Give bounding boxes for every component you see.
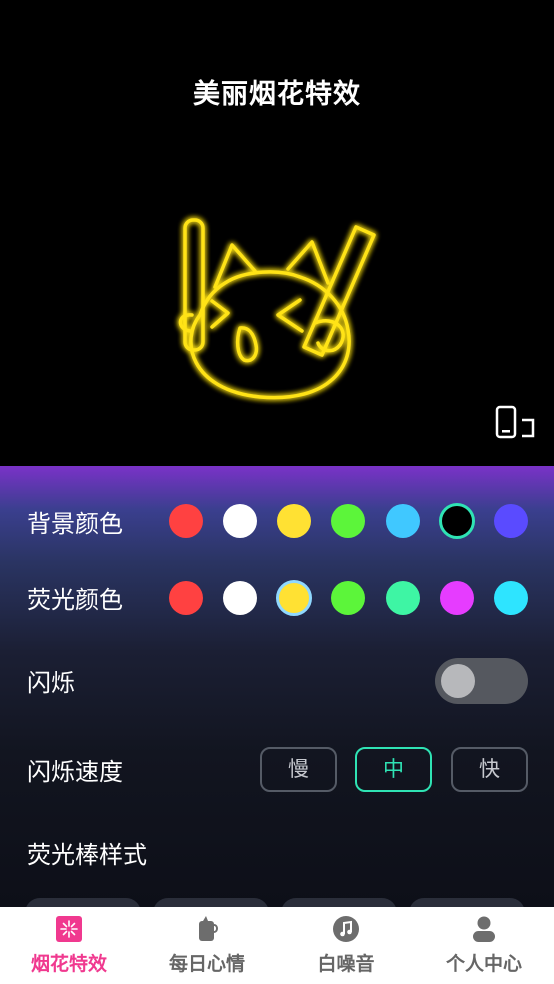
tab-daily-mood[interactable]: 每日心情 xyxy=(138,907,276,984)
tab-fireworks[interactable]: 烟花特效 xyxy=(0,907,138,984)
neon-preview: 美丽烟花特效 xyxy=(0,0,554,466)
bottom-tab-bar: 烟花特效 每日心情 白噪音 个人中心 xyxy=(0,907,554,984)
blink-label: 闪烁 xyxy=(27,669,75,697)
speed-medium-button[interactable]: 中 xyxy=(355,747,432,792)
fireworks-icon xyxy=(56,916,82,942)
stick-style-option[interactable] xyxy=(409,898,525,907)
toggle-knob xyxy=(441,664,475,698)
color-swatch[interactable] xyxy=(440,581,474,615)
color-swatch[interactable] xyxy=(169,581,203,615)
blink-speed-label: 闪烁速度 xyxy=(27,758,123,786)
music-note-icon xyxy=(333,916,359,942)
color-swatch[interactable] xyxy=(494,581,528,615)
tab-white-noise[interactable]: 白噪音 xyxy=(277,907,415,984)
color-swatch[interactable] xyxy=(331,581,365,615)
stick-style-option[interactable] xyxy=(281,898,397,907)
tab-label: 白噪音 xyxy=(317,953,375,975)
speed-slow-button[interactable]: 慢 xyxy=(260,747,337,792)
color-swatch[interactable] xyxy=(331,504,365,538)
page-title: 美丽烟花特效 xyxy=(193,79,361,110)
tab-label: 每日心情 xyxy=(168,953,245,975)
neon-cat-drawing xyxy=(178,218,376,400)
speed-fast-button[interactable]: 快 xyxy=(451,747,528,792)
user-icon xyxy=(473,916,495,942)
settings-panel: 背景颜色 荧光颜色 闪烁 闪烁速度 慢 中 快 荧光棒样式 xyxy=(0,466,554,907)
color-swatch[interactable] xyxy=(494,504,528,538)
color-swatch[interactable] xyxy=(223,581,257,615)
color-swatch[interactable] xyxy=(439,503,475,539)
blink-toggle[interactable] xyxy=(435,658,528,704)
tab-personal-center[interactable]: 个人中心 xyxy=(415,907,553,984)
color-swatch[interactable] xyxy=(277,504,311,538)
neon-color-label: 荧光颜色 xyxy=(27,586,123,614)
mood-cup-icon xyxy=(199,916,218,941)
background-color-label: 背景颜色 xyxy=(27,510,123,538)
color-swatch[interactable] xyxy=(169,504,203,538)
tab-label: 个人中心 xyxy=(445,953,522,975)
color-swatch[interactable] xyxy=(223,504,257,538)
stick-style-label: 荧光棒样式 xyxy=(27,841,147,869)
stick-style-option[interactable] xyxy=(153,898,269,907)
rotate-screen-icon[interactable] xyxy=(492,404,540,444)
color-swatch[interactable] xyxy=(276,580,312,616)
color-swatch[interactable] xyxy=(386,581,420,615)
color-swatch[interactable] xyxy=(386,504,420,538)
tab-label: 烟花特效 xyxy=(30,953,107,975)
stick-style-option[interactable] xyxy=(25,898,141,907)
